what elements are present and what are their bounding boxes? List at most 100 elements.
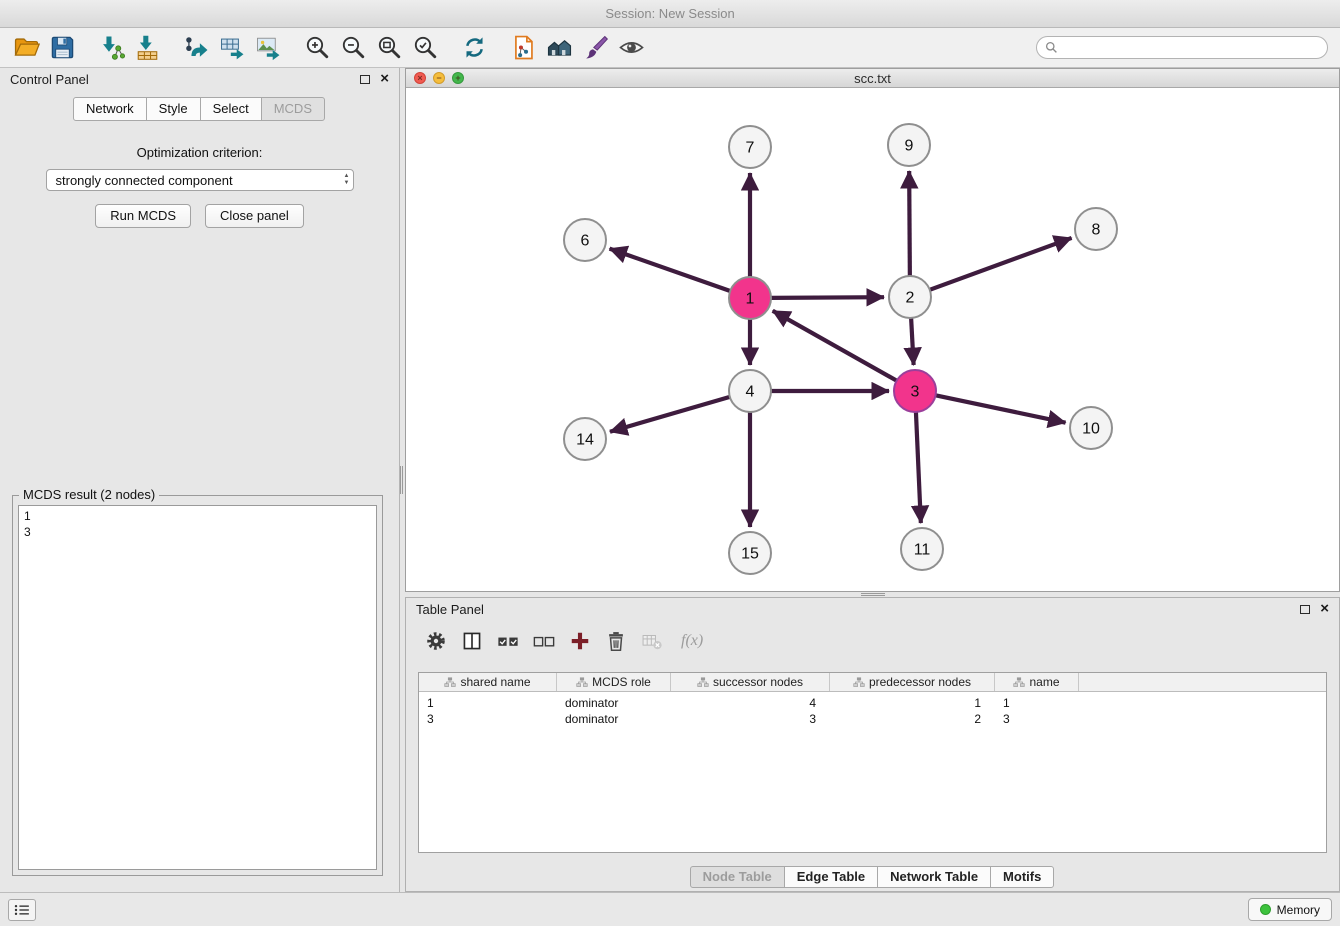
graph-edge-1-2[interactable] [771, 297, 884, 298]
first-neighbors-button[interactable] [541, 31, 577, 65]
export-image-button[interactable] [250, 31, 286, 65]
control-panel-title: Control Panel [10, 72, 89, 87]
column-header-name[interactable]: name [995, 673, 1079, 691]
table-cell[interactable]: 3 [419, 711, 557, 727]
mcds-result-item: 3 [24, 524, 371, 540]
control-tab-network[interactable]: Network [73, 97, 147, 121]
graph-edge-3-11[interactable] [916, 412, 921, 523]
show-hide-button[interactable] [613, 31, 649, 65]
close-window-icon[interactable]: × [414, 72, 426, 84]
table-toolbar: f(x) [406, 620, 1339, 662]
window-titlebar[interactable]: Session: New Session [0, 0, 1340, 28]
function-builder-icon[interactable]: f(x) [681, 632, 703, 650]
import-network-button[interactable] [93, 31, 129, 65]
table-row[interactable]: 3dominator323 [419, 711, 1326, 727]
graph-node-label-8: 8 [1092, 222, 1101, 239]
table-tab-edge-table[interactable]: Edge Table [784, 866, 878, 888]
table-tab-network-table[interactable]: Network Table [877, 866, 991, 888]
minimize-window-icon[interactable]: − [433, 72, 445, 84]
zoom-window-icon[interactable]: + [452, 72, 464, 84]
graph-edge-2-8[interactable] [930, 238, 1072, 290]
network-from-selection-button[interactable] [505, 31, 541, 65]
close-panel-button[interactable]: Close panel [205, 204, 304, 228]
network-window-titlebar[interactable]: × − + scc.txt [406, 69, 1339, 88]
table-settings-button[interactable] [425, 630, 447, 652]
export-network-button[interactable] [178, 31, 214, 65]
close-control-panel-icon[interactable]: × [380, 72, 389, 86]
graph-edge-3-1[interactable] [773, 311, 897, 381]
table-cell[interactable]: 1 [995, 695, 1079, 711]
show-columns-button[interactable] [461, 630, 483, 652]
right-side: × − + scc.txt 7968123410141511 [400, 68, 1340, 892]
graph-edge-4-14[interactable] [610, 397, 730, 432]
control-panel-header: Control Panel × [0, 68, 399, 90]
network-document-icon [510, 34, 537, 61]
table-cell[interactable]: dominator [557, 695, 671, 711]
table-cell[interactable]: 3 [995, 711, 1079, 727]
zoom-out-button[interactable] [335, 31, 371, 65]
control-tab-select[interactable]: Select [200, 97, 262, 121]
zoom-in-button[interactable] [299, 31, 335, 65]
task-history-button[interactable] [8, 899, 36, 921]
app-window: Session: New Session [0, 0, 1340, 926]
table-cell[interactable]: dominator [557, 711, 671, 727]
apply-style-button[interactable] [577, 31, 613, 65]
graph-edge-2-9[interactable] [909, 171, 910, 276]
memory-button[interactable]: Memory [1248, 898, 1332, 921]
network-graph[interactable]: 7968123410141511 [406, 88, 1339, 591]
run-mcds-button[interactable]: Run MCDS [95, 204, 191, 228]
float-table-panel-icon[interactable] [1300, 605, 1310, 614]
table-cell[interactable]: 1 [830, 695, 995, 711]
mcds-result-title: MCDS result (2 nodes) [19, 487, 159, 502]
table-cell[interactable]: 3 [671, 711, 830, 727]
close-table-panel-icon[interactable]: × [1320, 602, 1329, 616]
graph-edge-2-3[interactable] [911, 318, 914, 365]
graph-edge-3-10[interactable] [936, 395, 1066, 422]
zoom-fit-icon [376, 34, 403, 61]
zoom-fit-button[interactable] [371, 31, 407, 65]
table-tab-motifs[interactable]: Motifs [990, 866, 1054, 888]
open-session-button[interactable] [8, 31, 44, 65]
export-table-button[interactable] [214, 31, 250, 65]
deselect-all-button[interactable] [533, 630, 555, 652]
column-header-successor-nodes[interactable]: successor nodes [671, 673, 830, 691]
select-all-button[interactable] [497, 630, 519, 652]
table-cell[interactable]: 2 [830, 711, 995, 727]
float-panel-icon[interactable] [360, 75, 370, 84]
control-panel-tabs: NetworkStyleSelectMCDS [0, 97, 399, 121]
plus-icon [569, 630, 591, 652]
table-cell[interactable]: 1 [419, 695, 557, 711]
table-cell[interactable]: 4 [671, 695, 830, 711]
add-row-button[interactable] [569, 630, 591, 652]
control-tab-mcds[interactable]: MCDS [261, 97, 325, 121]
control-tab-style[interactable]: Style [146, 97, 201, 121]
mcds-result-list[interactable]: 13 [18, 505, 377, 870]
table-row[interactable]: 1dominator411 [419, 695, 1326, 711]
column-type-icon [444, 677, 456, 687]
delete-table-button[interactable] [641, 630, 663, 652]
table-tab-node-table[interactable]: Node Table [690, 866, 785, 888]
network-canvas[interactable]: 7968123410141511 [406, 88, 1339, 591]
column-header-predecessor-nodes[interactable]: predecessor nodes [830, 673, 995, 691]
optimization-dropdown[interactable]: strongly connected component ▲▼ [46, 169, 354, 191]
search-area [1036, 36, 1332, 59]
search-input[interactable] [1036, 36, 1328, 59]
zoom-out-icon [340, 34, 367, 61]
table-panel-header: Table Panel × [406, 598, 1339, 620]
trash-icon [605, 630, 627, 652]
column-header-label: name [1029, 675, 1059, 689]
delete-row-button[interactable] [605, 630, 627, 652]
table-body: 1dominator4113dominator323 [419, 692, 1326, 852]
import-table-button[interactable] [129, 31, 165, 65]
graph-edge-1-6[interactable] [610, 249, 731, 291]
column-header-label: predecessor nodes [869, 675, 971, 689]
column-header-shared-name[interactable]: shared name [419, 673, 557, 691]
delete-table-icon [641, 630, 663, 652]
column-header-mcds-role[interactable]: MCDS role [557, 673, 671, 691]
refresh-view-button[interactable] [456, 31, 492, 65]
save-session-button[interactable] [44, 31, 80, 65]
vertical-splitter-handle[interactable] [400, 466, 403, 494]
network-window: × − + scc.txt 7968123410141511 [405, 68, 1340, 592]
zoom-selected-button[interactable] [407, 31, 443, 65]
search-icon [1045, 41, 1058, 54]
